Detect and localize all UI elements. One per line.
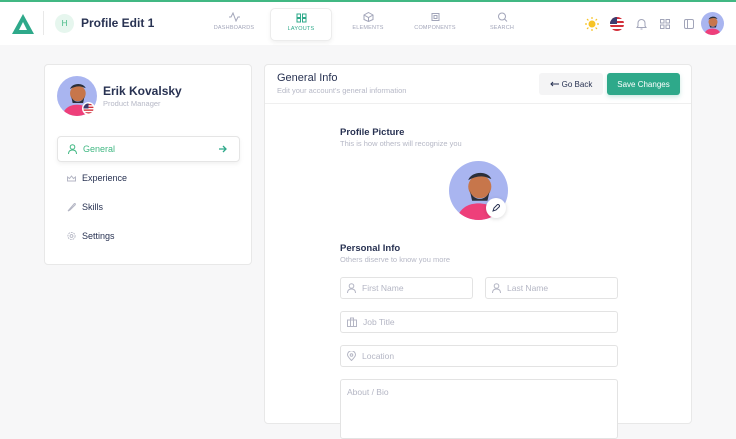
location-placeholder: Location [362, 351, 395, 361]
arrow-right-icon [219, 145, 227, 153]
user-icon [68, 144, 77, 154]
bell-icon[interactable] [636, 18, 647, 30]
menu-label: General [83, 144, 116, 154]
nav-label: LAYOUTS [287, 26, 315, 32]
user-icon [492, 283, 501, 293]
grid-icon [296, 13, 306, 23]
first-name-placeholder: First Name [362, 283, 404, 293]
personal-info-subtitle: Others diserve to know you more [340, 255, 451, 264]
apps-icon[interactable] [660, 19, 670, 29]
menu-item-experience[interactable]: Experience [57, 165, 240, 191]
save-changes-button[interactable]: Save Changes [607, 73, 680, 95]
search-icon [497, 12, 507, 22]
nav-dashboards[interactable]: DASHBOARDS [203, 8, 265, 41]
pencil-icon [492, 204, 500, 212]
page-badge: H [55, 14, 74, 33]
nav-layouts[interactable]: LAYOUTS [270, 8, 332, 41]
general-info-card: General Info Edit your account's general… [264, 64, 692, 439]
top-bar: H Profile Edit 1 DASHBOARDS LAYOUTS ELEM… [0, 0, 736, 45]
map-pin-icon [347, 351, 356, 361]
profile-picture-title: Profile Picture [340, 127, 405, 138]
section-title: General Info [277, 72, 338, 84]
divider [43, 11, 44, 35]
us-flag-icon [82, 102, 95, 115]
nav-label: DASHBOARDS [213, 25, 255, 31]
personal-info-title: Personal Info [340, 243, 401, 254]
menu-item-settings[interactable]: Settings [57, 223, 240, 249]
section-subtitle: Edit your account's general information [277, 86, 407, 95]
last-name-input[interactable]: Last Name [485, 277, 618, 299]
nav-search[interactable]: SEARCH [471, 8, 533, 41]
activity-icon [228, 12, 240, 22]
menu-item-general[interactable]: General [57, 136, 240, 162]
sun-icon[interactable] [585, 17, 599, 31]
edit-picture-button[interactable] [486, 198, 506, 218]
job-title-input[interactable]: Job Title [340, 311, 618, 333]
profile-role: Product Manager [103, 99, 161, 108]
logo-icon[interactable] [12, 14, 34, 34]
us-flag-icon[interactable] [610, 17, 624, 31]
box-icon [363, 12, 373, 22]
bio-placeholder: About / Bio [347, 387, 389, 397]
profile-picture-subtitle: This is how others will recognize you [340, 139, 462, 148]
nav-components[interactable]: COMPONENTS [404, 8, 466, 41]
crown-icon [67, 175, 76, 182]
profile-sidebar-card: Erik Kovalsky Product Manager General Ex… [44, 64, 252, 265]
menu-label: Experience [82, 173, 128, 183]
settings-icon [67, 231, 76, 241]
menu-label: Skills [82, 202, 104, 212]
divider [265, 103, 691, 104]
sidebar-panel-icon[interactable] [684, 19, 694, 29]
go-back-label: Go Back [561, 79, 593, 89]
nav-label: SEARCH [489, 25, 515, 31]
feather-icon [67, 203, 76, 212]
first-name-input[interactable]: First Name [340, 277, 473, 299]
briefcase-icon [347, 317, 357, 327]
profile-name: Erik Kovalsky [103, 84, 182, 98]
last-name-placeholder: Last Name [507, 283, 549, 293]
go-back-button[interactable]: Go Back [539, 73, 603, 95]
nav-label: ELEMENTS [352, 25, 384, 31]
menu-label: Settings [82, 231, 115, 241]
page-title: Profile Edit 1 [81, 16, 155, 30]
location-input[interactable]: Location [340, 345, 618, 367]
nav-elements[interactable]: ELEMENTS [337, 8, 399, 41]
arrow-left-icon [549, 81, 559, 87]
cpu-icon [431, 13, 439, 21]
menu-item-skills[interactable]: Skills [57, 194, 240, 220]
user-avatar[interactable] [701, 12, 724, 35]
user-icon [347, 283, 356, 293]
nav-label: COMPONENTS [414, 25, 456, 31]
job-title-placeholder: Job Title [363, 317, 395, 327]
bio-textarea[interactable]: About / Bio [340, 379, 618, 439]
